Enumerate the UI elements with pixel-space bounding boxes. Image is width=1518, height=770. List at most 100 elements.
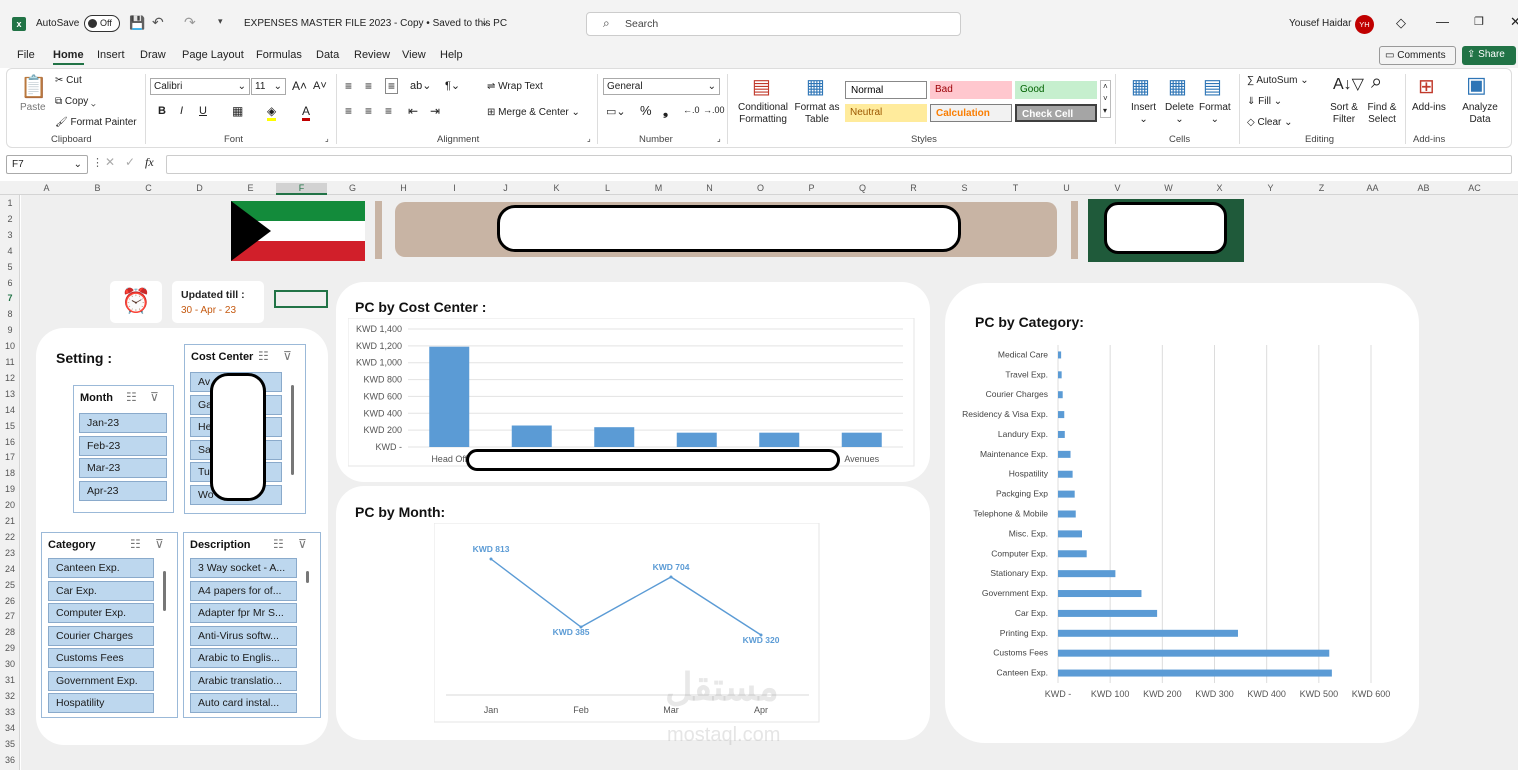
- style-good[interactable]: Good: [1015, 81, 1097, 99]
- search-box[interactable]: ⌕ Search: [586, 12, 961, 36]
- slicer-scrollbar[interactable]: [163, 571, 166, 611]
- top-align-icon[interactable]: ≡: [345, 79, 352, 93]
- grow-font-icon[interactable]: A˄: [292, 79, 307, 93]
- column-header[interactable]: K: [531, 183, 582, 193]
- clear-button[interactable]: ◇ Clear ⌄: [1247, 117, 1293, 128]
- comments-button[interactable]: ▭ Comments: [1379, 46, 1456, 65]
- multi-select-icon[interactable]: ☷: [273, 537, 284, 551]
- slicer-item-description[interactable]: 3 Way socket - A...: [190, 558, 297, 578]
- tab-formulas[interactable]: Formulas: [256, 49, 302, 61]
- month-slicer[interactable]: Month ☷ ⊽ Jan-23 Feb-23 Mar-23 Apr-23: [73, 385, 174, 513]
- row-header[interactable]: 17: [0, 452, 20, 462]
- style-normal[interactable]: Normal: [845, 81, 927, 99]
- italic-icon[interactable]: I: [180, 105, 183, 117]
- delete-cells-button[interactable]: Delete ⌄: [1165, 102, 1194, 126]
- row-header[interactable]: 6: [0, 278, 20, 288]
- format-cells-button[interactable]: Format ⌄: [1199, 102, 1231, 126]
- column-header[interactable]: Q: [837, 183, 888, 193]
- column-header[interactable]: I: [429, 183, 480, 193]
- column-header[interactable]: B: [72, 183, 123, 193]
- increase-decimal-icon[interactable]: ←.0: [683, 105, 700, 115]
- column-header[interactable]: F: [276, 183, 327, 195]
- description-slicer[interactable]: Description ☷ ⊽ 3 Way socket - A... A4 p…: [183, 532, 321, 718]
- percent-icon[interactable]: %: [640, 103, 652, 118]
- column-header[interactable]: J: [480, 183, 531, 193]
- slicer-item-month[interactable]: Jan-23: [79, 413, 167, 433]
- slicer-item-category[interactable]: Computer Exp.: [48, 603, 154, 623]
- row-header[interactable]: 27: [0, 611, 20, 621]
- column-header[interactable]: U: [1041, 183, 1092, 193]
- minimize-icon[interactable]: —: [1436, 14, 1449, 29]
- row-header[interactable]: 7: [0, 293, 20, 303]
- cut-button[interactable]: ✂ Cut: [55, 75, 82, 86]
- decrease-decimal-icon[interactable]: →.00: [703, 105, 725, 115]
- style-check-cell[interactable]: Check Cell: [1015, 104, 1097, 122]
- row-header[interactable]: 19: [0, 484, 20, 494]
- sort-filter-icon[interactable]: A↓▽: [1333, 74, 1364, 94]
- row-header[interactable]: 21: [0, 516, 20, 526]
- slicer-item-category[interactable]: Courier Charges: [48, 626, 154, 646]
- tab-help[interactable]: Help: [440, 49, 463, 61]
- tab-draw[interactable]: Draw: [140, 49, 166, 61]
- slicer-item-category[interactable]: Car Exp.: [48, 581, 154, 601]
- accounting-icon[interactable]: ▭⌄: [606, 105, 626, 118]
- slicer-scrollbar[interactable]: [306, 571, 309, 583]
- row-header[interactable]: 28: [0, 627, 20, 637]
- sort-filter-button[interactable]: Sort & Filter: [1324, 102, 1364, 126]
- quick-access-dropdown-icon[interactable]: ▾: [218, 16, 223, 27]
- style-calculation[interactable]: Calculation: [930, 104, 1012, 122]
- autosave-toggle[interactable]: Off: [84, 15, 120, 32]
- font-name-select[interactable]: Calibri ⌄: [150, 78, 250, 95]
- tab-home[interactable]: Home: [53, 49, 84, 65]
- insert-cells-button[interactable]: Insert ⌄: [1131, 102, 1156, 126]
- category-slicer[interactable]: Category ☷ ⊽ Canteen Exp. Car Exp. Compu…: [41, 532, 178, 718]
- format-as-table-icon[interactable]: ▦: [806, 74, 825, 99]
- tab-review[interactable]: Review: [354, 49, 390, 61]
- find-select-button[interactable]: Find & Select: [1361, 102, 1403, 126]
- style-bad[interactable]: Bad: [930, 81, 1012, 99]
- multi-select-icon[interactable]: ☷: [126, 390, 137, 404]
- row-header[interactable]: 24: [0, 564, 20, 574]
- slicer-item-month[interactable]: Feb-23: [79, 436, 167, 456]
- row-header[interactable]: 32: [0, 691, 20, 701]
- slicer-item-description[interactable]: Anti-Virus softw...: [190, 626, 297, 646]
- document-title[interactable]: EXPENSES MASTER FILE 2023 - Copy • Saved…: [244, 18, 507, 29]
- middle-align-icon[interactable]: ≡: [365, 79, 372, 93]
- copy-button[interactable]: ⧉ Copy ⌄: [55, 96, 96, 107]
- find-select-icon[interactable]: ⌕: [1371, 71, 1382, 94]
- save-icon[interactable]: 💾: [129, 15, 145, 31]
- column-header[interactable]: O: [735, 183, 786, 193]
- row-header[interactable]: 20: [0, 500, 20, 510]
- confirm-entry-icon[interactable]: ✓: [125, 155, 135, 169]
- paste-label[interactable]: Paste: [20, 102, 46, 113]
- comma-icon[interactable]: ❟: [663, 103, 668, 119]
- cancel-entry-icon[interactable]: ✕: [105, 155, 115, 169]
- slicer-item-description[interactable]: Auto card instal...: [190, 693, 297, 713]
- row-header[interactable]: 2: [0, 214, 20, 224]
- row-header[interactable]: 29: [0, 643, 20, 653]
- bottom-align-icon[interactable]: ≡: [385, 78, 399, 94]
- row-header[interactable]: 30: [0, 659, 20, 669]
- slicer-item-description[interactable]: Arabic translatio...: [190, 671, 297, 691]
- column-header[interactable]: A: [21, 183, 72, 193]
- column-header[interactable]: Y: [1245, 183, 1296, 193]
- alignment-dialog-launcher-icon[interactable]: ⌟: [587, 134, 591, 143]
- row-header[interactable]: 33: [0, 707, 20, 717]
- underline-icon[interactable]: U: [199, 105, 207, 117]
- row-header[interactable]: 36: [0, 755, 20, 765]
- row-header[interactable]: 14: [0, 405, 20, 415]
- row-header[interactable]: 26: [0, 596, 20, 606]
- row-header[interactable]: 9: [0, 325, 20, 335]
- analyze-data-icon[interactable]: ▣: [1466, 72, 1487, 98]
- name-box[interactable]: F7 ⌄: [6, 155, 88, 174]
- close-icon[interactable]: ✕: [1510, 14, 1518, 30]
- row-header[interactable]: 15: [0, 421, 20, 431]
- row-header[interactable]: 22: [0, 532, 20, 542]
- selected-cell-f7[interactable]: [274, 290, 328, 308]
- row-header[interactable]: 18: [0, 468, 20, 478]
- column-header[interactable]: Z: [1296, 183, 1347, 193]
- clear-filter-icon[interactable]: ⊽: [283, 349, 292, 363]
- insert-function-icon[interactable]: fx: [145, 155, 154, 170]
- row-header[interactable]: 12: [0, 373, 20, 383]
- column-header[interactable]: M: [633, 183, 684, 193]
